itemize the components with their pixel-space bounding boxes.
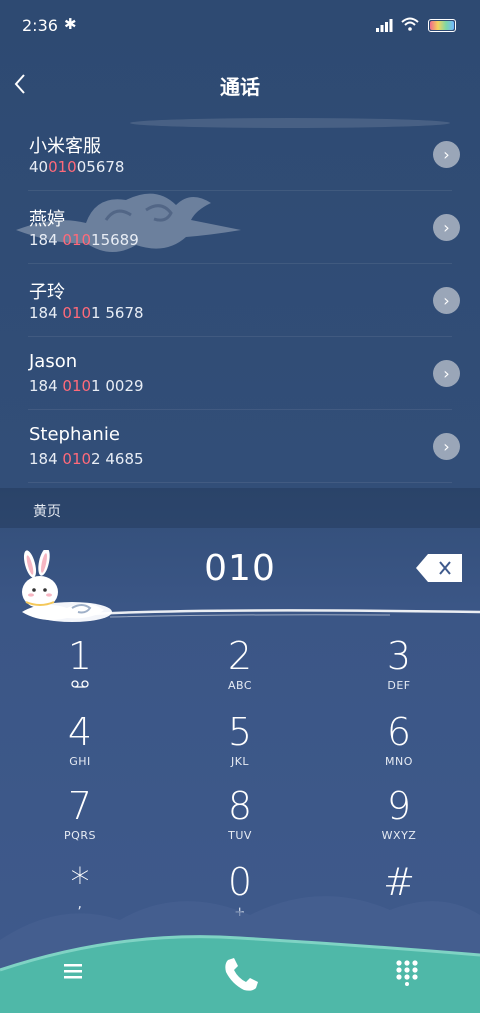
- status-bar: 2:36 ✱: [0, 0, 480, 52]
- key-digit: 8: [227, 784, 253, 828]
- chevron-right-icon: ›: [443, 364, 450, 383]
- key-3[interactable]: 3 DEF: [329, 636, 469, 708]
- contact-detail-button[interactable]: ›: [433, 287, 460, 314]
- contact-number: 4001005678: [29, 158, 125, 176]
- key-digit: 6: [386, 710, 412, 754]
- key-digit: 3: [386, 634, 412, 678]
- key-5[interactable]: 5 JKL: [170, 712, 310, 784]
- key-digit: 7: [67, 784, 93, 828]
- key-letters: WXYZ: [381, 829, 417, 842]
- key-9[interactable]: 9 WXYZ: [329, 786, 469, 858]
- battery-icon: [428, 19, 456, 32]
- yellow-pages-label: 黄页: [33, 504, 61, 520]
- contact-name: 子玲: [29, 282, 65, 303]
- chevron-right-icon: ›: [443, 291, 450, 310]
- key-digit: 1: [67, 634, 93, 678]
- key-6[interactable]: 6 MNO: [329, 712, 469, 784]
- contact-detail-button[interactable]: ›: [433, 360, 460, 387]
- contact-list: 小米客服 4001005678 › 燕婷 184 01015689 › 子玲 1…: [0, 118, 480, 483]
- contact-name: Stephanie: [29, 424, 120, 445]
- key-8[interactable]: 8 TUV: [170, 786, 310, 858]
- menu-button[interactable]: [60, 960, 86, 982]
- key-letters: DEF: [387, 679, 411, 692]
- contact-number: 184 01015689: [29, 231, 139, 249]
- page-title: 通话: [220, 75, 260, 99]
- chevron-right-icon: ›: [443, 145, 450, 164]
- dialpad-icon: [396, 960, 418, 986]
- key-4[interactable]: 4 GHI: [10, 712, 150, 784]
- dial-display: 010: [0, 538, 480, 618]
- contact-row[interactable]: 子玲 184 0101 5678 ›: [0, 264, 480, 337]
- key-letters: PQRS: [64, 829, 96, 842]
- contact-number: 184 0101 5678: [29, 304, 144, 322]
- key-letters: MNO: [385, 755, 413, 768]
- key-digit: 9: [386, 784, 412, 828]
- voicemail-icon: [71, 680, 89, 688]
- dialed-number: 010: [204, 548, 276, 589]
- contact-row[interactable]: Jason 184 0101 0029 ›: [0, 337, 480, 410]
- key-letters: ABC: [227, 679, 253, 692]
- status-time: 2:36: [22, 16, 58, 35]
- phone-icon: [225, 958, 258, 991]
- key-letters: JKL: [230, 755, 250, 768]
- key-digit: 5: [227, 710, 253, 754]
- contact-number: 184 0101 0029: [29, 377, 144, 395]
- key-digit: 2: [227, 634, 253, 678]
- contact-row[interactable]: Stephanie 184 0102 4685 ›: [0, 410, 480, 483]
- contact-row[interactable]: 小米客服 4001005678 ›: [0, 118, 480, 191]
- wifi-icon: [401, 17, 419, 31]
- contact-row[interactable]: 燕婷 184 01015689 ›: [0, 191, 480, 264]
- contact-number: 184 0102 4685: [29, 450, 144, 468]
- key-letters: GHI: [69, 755, 91, 768]
- contact-name: 小米客服: [29, 136, 101, 157]
- key-1[interactable]: 1: [10, 636, 150, 708]
- menu-icon: [64, 964, 82, 979]
- key-letters: TUV: [228, 829, 252, 842]
- contact-name: 燕婷: [29, 209, 65, 230]
- dialpad-toggle-button[interactable]: [394, 958, 420, 986]
- contact-detail-button[interactable]: ›: [433, 214, 460, 241]
- chevron-right-icon: ›: [443, 218, 450, 237]
- yellow-pages-bar[interactable]: 黄页: [0, 488, 480, 528]
- contact-detail-button[interactable]: ›: [433, 141, 460, 168]
- key-7[interactable]: 7 PQRS: [10, 786, 150, 858]
- title-bar: 通话: [0, 52, 480, 116]
- chevron-right-icon: ›: [443, 437, 450, 456]
- call-button[interactable]: [218, 952, 262, 996]
- key-digit: 4: [67, 710, 93, 754]
- contact-detail-button[interactable]: ›: [433, 433, 460, 460]
- contact-name: Jason: [29, 351, 78, 372]
- bottom-bar: [0, 940, 480, 1013]
- backspace-button[interactable]: [416, 552, 464, 584]
- signal-icon: [376, 19, 393, 32]
- bluetooth-icon: ✱: [64, 15, 77, 33]
- key-2[interactable]: 2 ABC: [170, 636, 310, 708]
